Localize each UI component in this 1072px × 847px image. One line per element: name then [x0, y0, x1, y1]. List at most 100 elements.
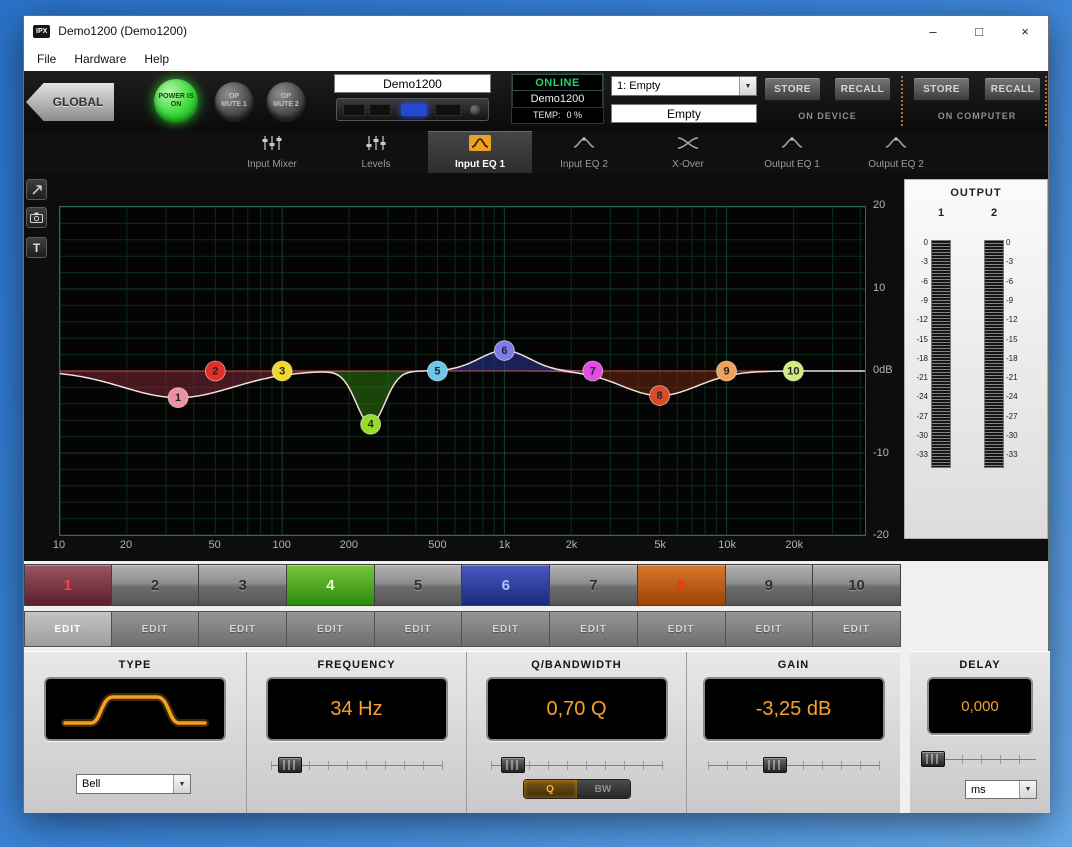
band-button-1[interactable]: 1 — [24, 564, 112, 606]
eq-band-handle-4[interactable]: 4 — [361, 414, 381, 434]
bw-toggle-button[interactable]: BW — [577, 780, 630, 798]
eq-band-handle-5[interactable]: 5 — [427, 361, 447, 381]
tab-output-eq-2[interactable]: Output EQ 2 — [844, 131, 948, 173]
band-edit-button-4[interactable]: EDIT — [287, 611, 375, 647]
eq-band-handle-3[interactable]: 3 — [272, 361, 292, 381]
minimize-button[interactable]: – — [910, 16, 956, 46]
snapshot-tool-button[interactable] — [26, 207, 47, 228]
band-edit-button-10[interactable]: EDIT — [813, 611, 901, 647]
eq-plot[interactable]: 1 2 3 4 5 6 7 8 9 10 — [60, 207, 865, 535]
pointer-tool-button[interactable] — [26, 179, 47, 200]
delay-display: 0,000 — [927, 677, 1033, 735]
band-number: 9 — [765, 577, 773, 594]
slider-handle[interactable] — [278, 757, 302, 773]
band-button-6[interactable]: 6 — [462, 564, 550, 606]
dropdown-arrow-icon[interactable]: ▼ — [739, 77, 756, 95]
band-edit-button-1[interactable]: EDIT — [24, 611, 112, 647]
x-tick-20: 20 — [106, 539, 146, 551]
slider-handle[interactable] — [763, 757, 787, 773]
dropdown-arrow-icon[interactable]: ▼ — [173, 775, 190, 793]
recall-on-device-button[interactable]: RECALL — [834, 77, 891, 101]
band-button-10[interactable]: 10 — [813, 564, 901, 606]
band-edit-button-8[interactable]: EDIT — [638, 611, 726, 647]
meter-scale-left: 0-3-6-9-12-15-18-21-24-27-30-33 — [906, 180, 928, 538]
output-meter-panel: OUTPUT 1 2 0-3-6-9-12-15-18-21-24-27-30-… — [904, 179, 1048, 539]
tab-x-over[interactable]: X-Over — [636, 131, 740, 173]
frequency-slider[interactable] — [271, 756, 443, 774]
band-edit-button-9[interactable]: EDIT — [726, 611, 814, 647]
band-edit-button-2[interactable]: EDIT — [112, 611, 200, 647]
filter-type-select[interactable]: Bell ▼ — [76, 774, 191, 794]
eq-band-handle-1[interactable]: 1 — [168, 388, 188, 408]
svg-text:2: 2 — [212, 365, 218, 377]
recall-on-computer-button[interactable]: RECALL — [984, 77, 1041, 101]
band-number: 6 — [502, 577, 510, 594]
q-toggle-button[interactable]: Q — [524, 780, 577, 798]
slider-handle[interactable] — [921, 751, 945, 767]
eq-band-handle-8[interactable]: 8 — [650, 386, 670, 406]
svg-text:10: 10 — [787, 365, 799, 377]
tab-input-mixer[interactable]: Input Mixer — [220, 131, 324, 173]
device-name-input[interactable]: Demo1200 — [334, 74, 491, 93]
band-button-9[interactable]: 9 — [726, 564, 814, 606]
text-tool-button[interactable]: T — [26, 237, 47, 258]
eq-band-handle-6[interactable]: 6 — [494, 341, 514, 361]
window-title: Demo1200 (Demo1200) — [58, 24, 187, 38]
svg-text:4: 4 — [368, 419, 375, 431]
meter-scale-label: -21 — [1006, 373, 1032, 382]
tab-input-eq-1[interactable]: Input EQ 1 — [428, 131, 532, 173]
eq-band-handle-9[interactable]: 9 — [717, 361, 737, 381]
band-button-3[interactable]: 3 — [199, 564, 287, 606]
band-button-5[interactable]: 5 — [375, 564, 463, 606]
eq-band-handle-7[interactable]: 7 — [583, 361, 603, 381]
store-on-device-button[interactable]: STORE — [764, 77, 821, 101]
on-computer-label: ON COMPUTER — [913, 111, 1041, 121]
band-button-8[interactable]: 8 — [638, 564, 726, 606]
band-number: 1 — [64, 577, 72, 594]
op-mute-1-button[interactable]: OP MUTE 1 — [215, 82, 253, 120]
q-slider[interactable] — [491, 756, 663, 774]
band-edit-button-7[interactable]: EDIT — [550, 611, 638, 647]
eq-band-handle-2[interactable]: 2 — [205, 361, 225, 381]
camera-icon — [30, 212, 43, 223]
slider-handle[interactable] — [501, 757, 525, 773]
maximize-button[interactable]: □ — [956, 16, 1002, 46]
preset-name-input[interactable]: Empty — [611, 104, 757, 123]
panel-delay: DELAY 0,000 ms ▼ — [910, 651, 1050, 813]
tab-output-eq-1[interactable]: Output EQ 1 — [740, 131, 844, 173]
gain-slider[interactable] — [708, 756, 880, 774]
mixer-icon — [261, 135, 283, 156]
q-title: Q/BANDWIDTH — [467, 659, 686, 671]
band-button-7[interactable]: 7 — [550, 564, 638, 606]
preset-select[interactable]: 1: Empty ▼ — [611, 76, 757, 96]
delay-unit-select[interactable]: ms ▼ — [965, 780, 1037, 799]
op-mute-2-button[interactable]: OP MUTE 2 — [267, 82, 305, 120]
tab-label: X-Over — [672, 159, 704, 170]
band-button-2[interactable]: 2 — [112, 564, 200, 606]
meter-scale-label: -27 — [906, 412, 928, 421]
eq-plot-frame: 1 2 3 4 5 6 7 8 9 10 — [59, 206, 866, 536]
band-edit-button-6[interactable]: EDIT — [462, 611, 550, 647]
svg-text:9: 9 — [723, 365, 729, 377]
band-button-4[interactable]: 4 — [287, 564, 375, 606]
slider-track — [708, 765, 880, 766]
menu-help[interactable]: Help — [135, 48, 178, 70]
tab-input-eq-2[interactable]: Input EQ 2 — [532, 131, 636, 173]
dropdown-arrow-icon[interactable]: ▼ — [1019, 781, 1036, 798]
menu-hardware[interactable]: Hardware — [65, 48, 135, 70]
global-button[interactable]: GLOBAL — [26, 83, 114, 121]
y-tick-0dB: 0dB — [873, 364, 893, 376]
preset-select-value: 1: Empty — [612, 77, 739, 95]
delay-slider[interactable] — [924, 750, 1036, 768]
power-button[interactable]: POWER IS ON — [154, 79, 198, 123]
meter-scale-label: -15 — [1006, 335, 1032, 344]
tab-levels[interactable]: Levels — [324, 131, 428, 173]
band-edit-button-5[interactable]: EDIT — [375, 611, 463, 647]
eq-band-handle-10[interactable]: 10 — [783, 361, 803, 381]
svg-text:3: 3 — [279, 365, 285, 377]
status-device-name: Demo1200 — [512, 91, 603, 108]
band-edit-button-3[interactable]: EDIT — [199, 611, 287, 647]
menu-file[interactable]: File — [28, 48, 65, 70]
close-button[interactable]: × — [1002, 16, 1048, 46]
store-on-computer-button[interactable]: STORE — [913, 77, 970, 101]
